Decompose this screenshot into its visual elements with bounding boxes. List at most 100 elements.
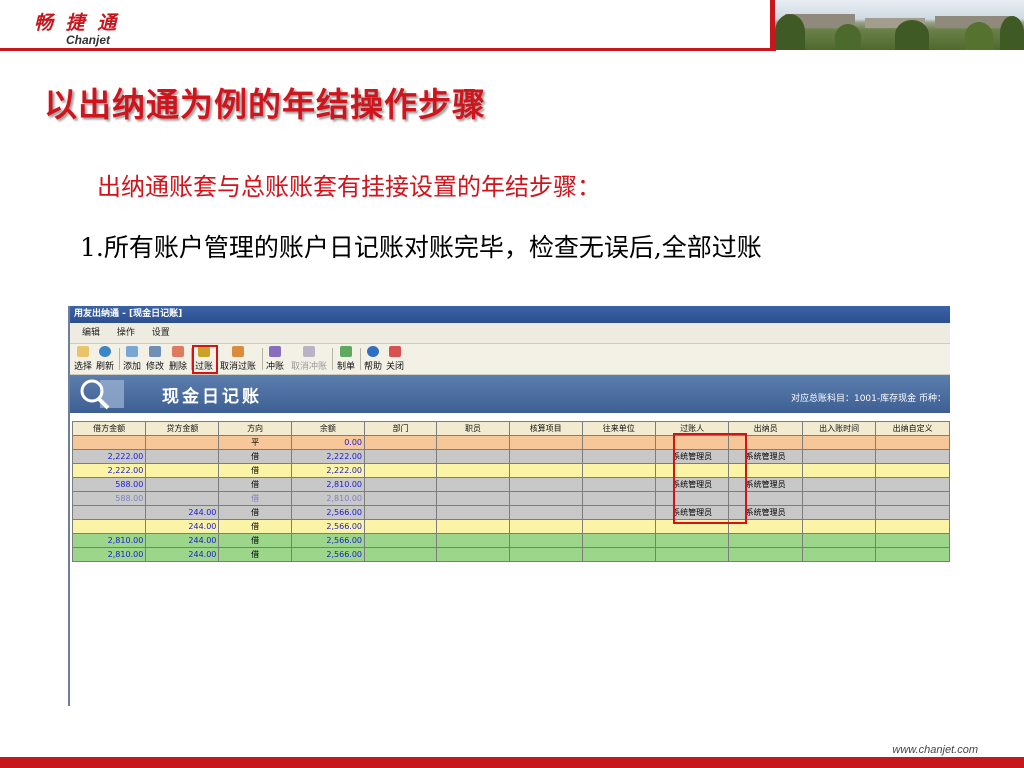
table-cell[interactable] bbox=[581, 533, 656, 548]
table-cell[interactable] bbox=[875, 533, 950, 548]
table-row[interactable]: 2,810.00 244.00 借 2,566.00 bbox=[71, 533, 950, 548]
table-cell[interactable] bbox=[364, 477, 438, 492]
table-cell[interactable] bbox=[581, 547, 656, 562]
table-cell[interactable]: 588.00 bbox=[71, 477, 147, 492]
column-header[interactable]: 职员 bbox=[436, 421, 510, 436]
table-cell[interactable] bbox=[508, 477, 583, 492]
table-cell[interactable] bbox=[508, 491, 583, 506]
table-cell[interactable] bbox=[145, 449, 220, 464]
table-cell[interactable] bbox=[801, 547, 877, 562]
close-button[interactable]: 关闭 bbox=[386, 346, 404, 372]
table-cell[interactable] bbox=[875, 463, 950, 478]
table-cell[interactable]: 借 bbox=[218, 491, 292, 506]
column-header[interactable]: 部门 bbox=[364, 421, 438, 436]
table-cell[interactable] bbox=[364, 449, 438, 464]
table-cell[interactable]: 借 bbox=[218, 519, 292, 534]
table-row[interactable]: 244.00 借 2,566.00 bbox=[71, 519, 950, 534]
column-header[interactable]: 借方金额 bbox=[71, 421, 147, 436]
table-cell[interactable]: 244.00 bbox=[145, 519, 220, 534]
table-cell[interactable] bbox=[145, 435, 220, 450]
table-cell[interactable]: 588.00 bbox=[71, 491, 147, 506]
help-button[interactable]: 帮助 bbox=[364, 346, 382, 372]
menu-edit[interactable]: 编辑 bbox=[82, 328, 100, 338]
column-header[interactable]: 出纳自定义 bbox=[875, 421, 950, 436]
table-cell[interactable] bbox=[364, 435, 438, 450]
table-cell[interactable]: 2,810.00 bbox=[71, 547, 147, 562]
table-cell[interactable] bbox=[801, 449, 877, 464]
table-cell[interactable] bbox=[71, 435, 147, 450]
table-cell[interactable]: 2,222.00 bbox=[290, 463, 366, 478]
table-row[interactable]: 2,222.00 借 2,222.00 bbox=[71, 463, 950, 478]
table-cell[interactable]: 借 bbox=[218, 477, 292, 492]
table-cell[interactable]: 244.00 bbox=[145, 505, 220, 520]
table-cell[interactable] bbox=[508, 435, 583, 450]
table-cell[interactable] bbox=[508, 519, 583, 534]
table-cell[interactable] bbox=[801, 463, 877, 478]
table-cell[interactable] bbox=[436, 533, 510, 548]
table-cell[interactable] bbox=[801, 477, 877, 492]
column-header[interactable]: 方向 bbox=[218, 421, 292, 436]
table-cell[interactable]: 借 bbox=[218, 505, 292, 520]
table-cell[interactable]: 2,566.00 bbox=[290, 505, 366, 520]
delete-button[interactable]: 删除 bbox=[169, 346, 187, 372]
edit-button[interactable]: 修改 bbox=[146, 346, 164, 372]
table-cell[interactable] bbox=[364, 491, 438, 506]
table-cell[interactable] bbox=[508, 463, 583, 478]
table-cell[interactable]: 2,222.00 bbox=[71, 449, 147, 464]
menu-operate[interactable]: 操作 bbox=[117, 328, 135, 338]
table-cell[interactable] bbox=[508, 547, 583, 562]
table-cell[interactable] bbox=[581, 477, 656, 492]
table-row[interactable]: 2,222.00 借 2,222.00 系统管理员 系统管理员 bbox=[71, 449, 950, 464]
table-cell[interactable] bbox=[364, 533, 438, 548]
table-cell[interactable] bbox=[801, 533, 877, 548]
table-cell[interactable] bbox=[581, 449, 656, 464]
table-cell[interactable] bbox=[875, 505, 950, 520]
reverse-button[interactable]: 冲账 bbox=[266, 346, 284, 372]
column-header[interactable]: 出入账时间 bbox=[801, 421, 877, 436]
table-cell[interactable]: 2,810.00 bbox=[290, 491, 366, 506]
table-cell[interactable]: 2,222.00 bbox=[71, 463, 147, 478]
table-cell[interactable] bbox=[801, 491, 877, 506]
table-cell[interactable] bbox=[581, 463, 656, 478]
table-cell[interactable]: 2,810.00 bbox=[290, 477, 366, 492]
table-cell[interactable]: 2,810.00 bbox=[71, 533, 147, 548]
table-cell[interactable]: 借 bbox=[218, 547, 292, 562]
table-cell[interactable]: 借 bbox=[218, 449, 292, 464]
table-cell[interactable] bbox=[508, 533, 583, 548]
table-cell[interactable] bbox=[436, 519, 510, 534]
table-cell[interactable] bbox=[875, 477, 950, 492]
table-cell[interactable] bbox=[436, 491, 510, 506]
table-cell[interactable]: 借 bbox=[218, 533, 292, 548]
refresh-button[interactable]: 刷新 bbox=[96, 346, 114, 372]
table-cell[interactable] bbox=[145, 463, 220, 478]
table-cell[interactable] bbox=[654, 547, 730, 562]
table-cell[interactable] bbox=[71, 519, 147, 534]
table-cell[interactable] bbox=[508, 505, 583, 520]
table-cell[interactable] bbox=[145, 491, 220, 506]
table-cell[interactable]: 244.00 bbox=[145, 547, 220, 562]
add-button[interactable]: 添加 bbox=[123, 346, 141, 372]
table-cell[interactable] bbox=[436, 505, 510, 520]
column-header[interactable]: 核算项目 bbox=[508, 421, 583, 436]
voucher-button[interactable]: 制单 bbox=[337, 346, 355, 372]
table-cell[interactable] bbox=[364, 463, 438, 478]
table-cell[interactable] bbox=[581, 519, 656, 534]
menu-settings[interactable]: 设置 bbox=[152, 328, 170, 338]
table-cell[interactable] bbox=[145, 477, 220, 492]
table-cell[interactable] bbox=[801, 519, 877, 534]
table-row[interactable]: 588.00 借 2,810.00 bbox=[71, 491, 950, 506]
table-cell[interactable]: 2,222.00 bbox=[290, 449, 366, 464]
table-cell[interactable] bbox=[436, 449, 510, 464]
table-cell[interactable]: 2,566.00 bbox=[290, 533, 366, 548]
table-cell[interactable] bbox=[875, 491, 950, 506]
table-cell[interactable] bbox=[508, 449, 583, 464]
select-button[interactable]: 选择 bbox=[74, 346, 92, 372]
table-cell[interactable] bbox=[581, 505, 656, 520]
table-cell[interactable] bbox=[728, 547, 803, 562]
table-cell[interactable] bbox=[364, 519, 438, 534]
unreverse-button[interactable]: 取消冲账 bbox=[291, 346, 327, 372]
table-cell[interactable] bbox=[436, 547, 510, 562]
table-cell[interactable]: 2,566.00 bbox=[290, 547, 366, 562]
unpost-button[interactable]: 取消过账 bbox=[220, 346, 256, 372]
table-cell[interactable]: 0.00 bbox=[290, 435, 366, 450]
